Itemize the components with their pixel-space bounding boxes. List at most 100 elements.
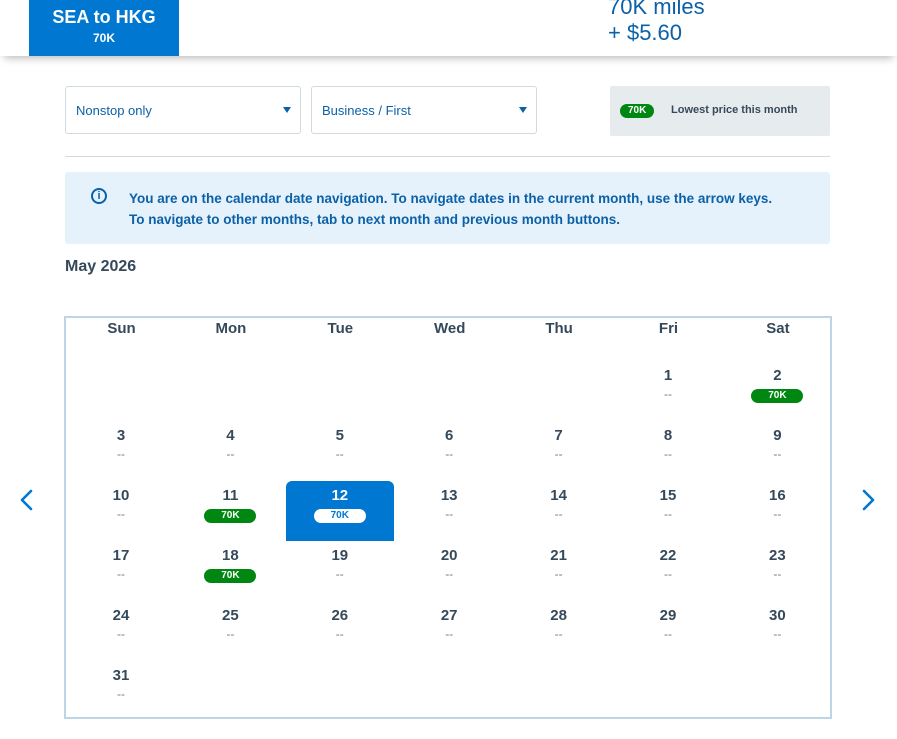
calendar-day-23[interactable]: 23 -- (723, 541, 831, 601)
day-price-unavailable: -- (117, 627, 125, 641)
calendar-day-20[interactable]: 20 -- (395, 541, 503, 601)
weekday-mon: Mon (215, 320, 247, 337)
divider (65, 156, 830, 157)
calendar-day-29[interactable]: 29 -- (614, 601, 722, 661)
day-number: 12 (331, 487, 349, 504)
day-number: 20 (440, 547, 458, 564)
calendar-day-1[interactable]: 1 -- (614, 361, 722, 421)
day-number: 29 (659, 607, 677, 624)
day-price-unavailable: -- (445, 627, 454, 641)
award-fee: + $5.60 (608, 20, 683, 45)
weekday-thu: Thu (545, 320, 573, 337)
calendar-day-9[interactable]: 9 -- (723, 421, 831, 481)
calendar-day-13[interactable]: 13 -- (395, 481, 503, 541)
calendar-day-11[interactable]: 11 70K (176, 481, 284, 541)
chevron-right-icon[interactable] (857, 489, 879, 511)
day-price-badge: 70K (751, 389, 804, 403)
day-price-unavailable: -- (664, 627, 672, 641)
calendar-day-25[interactable]: 25 -- (176, 601, 284, 661)
calendar-day-26[interactable]: 26 -- (286, 601, 394, 661)
calendar-day-17[interactable]: 17 -- (67, 541, 175, 601)
calendar-day-31[interactable]: 31 -- (67, 661, 175, 721)
route-label: SEA to HKG (52, 7, 156, 27)
day-price-unavailable: -- (335, 447, 344, 461)
day-number: 28 (550, 607, 567, 624)
award-price: 70K miles + $5.60 (608, 0, 705, 46)
legend-text: Lowest price this month (671, 104, 798, 116)
calendar-day-22[interactable]: 22 -- (614, 541, 722, 601)
route-price: 70K (92, 31, 115, 45)
calendar-day-8[interactable]: 8 -- (614, 421, 722, 481)
info-message: You are on the calendar date navigation.… (129, 191, 773, 227)
day-price-unavailable: -- (445, 507, 454, 521)
month-title: May 2026 (65, 258, 137, 275)
day-price-unavailable: -- (773, 507, 782, 521)
day-price-unavailable: -- (664, 507, 672, 521)
results-header: SEA to HKG 70K 70K miles + $5.60 (0, 0, 897, 56)
calendar-day-3[interactable]: 3 -- (67, 421, 175, 481)
calendar-info-banner: i You are on the calendar date navigatio… (65, 172, 830, 244)
calendar-day-21[interactable]: 21 -- (505, 541, 613, 601)
calendar-day-28[interactable]: 28 -- (505, 601, 613, 661)
day-price-unavailable: -- (773, 567, 782, 581)
chevron-left-icon[interactable] (16, 489, 38, 511)
day-number: 2 (773, 367, 782, 384)
calendar-day-30[interactable]: 30 -- (723, 601, 831, 661)
day-price-badge: 70K (313, 509, 366, 523)
calendar-day-10[interactable]: 10 -- (67, 481, 175, 541)
calendar-day-16[interactable]: 16 -- (723, 481, 831, 541)
day-number: 1 (663, 367, 673, 384)
day-number: 13 (440, 487, 458, 504)
weekday-tue: Tue (327, 320, 354, 337)
day-number: 22 (659, 547, 677, 564)
day-number: 8 (663, 427, 673, 444)
calendar-day-5[interactable]: 5 -- (286, 421, 394, 481)
day-number: 18 (222, 547, 239, 564)
day-price-unavailable: -- (664, 567, 672, 581)
lowest-price-legend: 70K Lowest price this month (610, 86, 830, 136)
calendar-day-4[interactable]: 4 -- (176, 421, 284, 481)
day-number: 6 (445, 427, 454, 444)
calendar-day-14[interactable]: 14 -- (505, 481, 613, 541)
day-price-unavailable: -- (226, 447, 235, 461)
cabin-dropdown[interactable]: Business / First (311, 86, 537, 134)
day-price-unavailable: -- (117, 567, 125, 581)
day-price-unavailable: -- (773, 447, 782, 461)
day-number: 4 (226, 427, 235, 444)
day-number: 16 (769, 487, 786, 504)
day-number: 17 (112, 547, 130, 564)
day-number: 5 (335, 427, 344, 444)
day-price-unavailable: -- (117, 687, 125, 701)
day-number: 10 (112, 487, 130, 504)
calendar-day-24[interactable]: 24 -- (67, 601, 175, 661)
day-number: 9 (773, 427, 782, 444)
day-number: 21 (550, 547, 567, 564)
info-circle-icon: i (91, 188, 107, 204)
cabin-dropdown-value: Business / First (322, 103, 411, 118)
calendar-day-12[interactable]: 12 70K (285, 481, 394, 541)
stops-dropdown-value: Nonstop only (76, 103, 152, 118)
day-number: 27 (440, 607, 458, 624)
calendar-day-7[interactable]: 7 -- (505, 421, 613, 481)
calendar-day-27[interactable]: 27 -- (395, 601, 503, 661)
caret-down-icon (519, 107, 527, 113)
day-price-unavailable: -- (117, 447, 125, 461)
day-number: 23 (769, 547, 786, 564)
day-number: 7 (554, 427, 563, 444)
stops-dropdown[interactable]: Nonstop only (65, 86, 301, 134)
calendar-day-19[interactable]: 19 -- (286, 541, 394, 601)
day-price-unavailable: -- (445, 567, 454, 581)
calendar-day-15[interactable]: 15 -- (614, 481, 722, 541)
weekday-sat: Sat (766, 320, 790, 337)
legend-badge: 70K (620, 104, 655, 118)
calendar-day-6[interactable]: 6 -- (395, 421, 503, 481)
calendar-day-2[interactable]: 2 70K (723, 361, 831, 421)
day-number: 14 (550, 487, 567, 504)
calendar-day-18[interactable]: 18 70K (176, 541, 284, 601)
day-number: 31 (112, 667, 130, 684)
day-price-unavailable: -- (554, 627, 563, 641)
route-tab-sea-hkg[interactable]: SEA to HKG 70K (29, 0, 179, 56)
day-price-unavailable: -- (335, 627, 344, 641)
award-miles: 70K miles (608, 0, 705, 19)
day-number: 19 (331, 547, 349, 564)
